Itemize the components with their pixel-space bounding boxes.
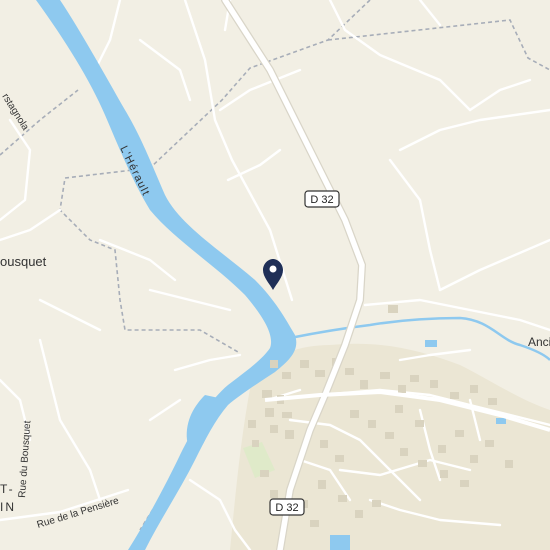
shield-label-d32-south: D 32	[275, 502, 298, 514]
label-place-bousquet: ousquet	[0, 254, 47, 269]
road-shield-d32-south: D 32	[269, 498, 305, 516]
shield-label-d32-north: D 32	[310, 194, 333, 206]
label-place-east: Anci	[528, 335, 550, 349]
label-place-sw-1: T-	[0, 482, 15, 496]
label-place-sw-2: IN	[0, 500, 16, 514]
map-canvas[interactable]: L'Hérault D 32 D 32 ousquet rstagnola Ru…	[0, 0, 550, 550]
road-shield-d32-north: D 32	[304, 190, 340, 208]
